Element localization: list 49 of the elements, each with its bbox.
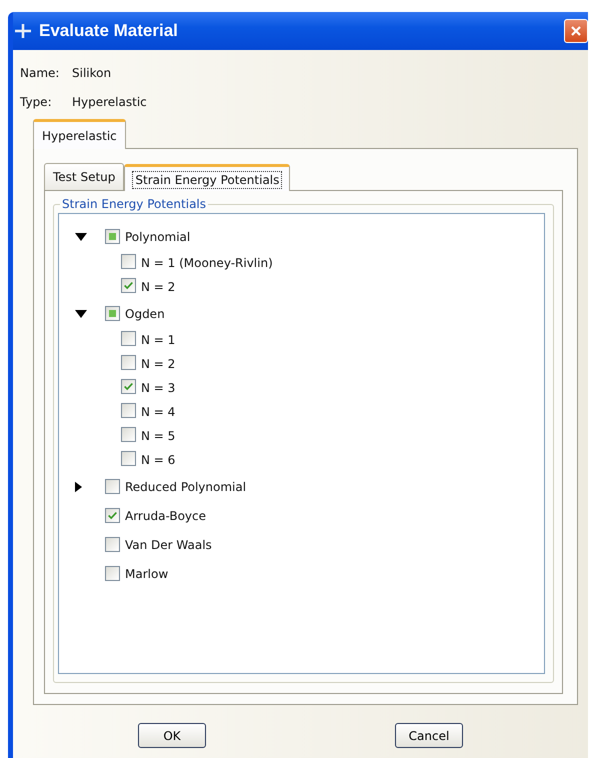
tree-list[interactable]: Polynomial N = 1 (Mooney-Rivlin) N = 2 Ogden N = 1 N = 2 N = 3 N = 4 N = 5 N = 6 Reduced Polynomial Arruda-Boyce Van Der Waals Marlow <box>58 213 545 674</box>
tree-item[interactable]: N = 5 <box>141 429 176 443</box>
tree-item[interactable]: N = 1 (Mooney-Rivlin) <box>141 256 273 270</box>
group-title: Strain Energy Potentials <box>61 197 208 211</box>
tree-item[interactable]: Polynomial <box>125 230 190 244</box>
check-icon <box>123 280 134 291</box>
tab[interactable]: Hyperelastic <box>33 119 126 149</box>
tree-item[interactable]: Ogden <box>125 306 165 320</box>
field-label: Name: <box>20 66 60 80</box>
checkbox[interactable] <box>105 566 120 581</box>
expanded-arrow-icon[interactable] <box>75 232 87 240</box>
tree-item[interactable]: Arruda-Boyce <box>125 508 206 522</box>
checkbox[interactable] <box>121 427 136 442</box>
checkbox[interactable] <box>121 254 136 269</box>
tab[interactable]: Test Setup <box>44 163 124 190</box>
expanded-arrow-icon[interactable] <box>75 310 87 318</box>
tree-item[interactable]: N = 3 <box>141 381 176 395</box>
checkbox[interactable] <box>121 278 136 293</box>
check-icon <box>123 381 134 392</box>
close-button[interactable] <box>564 19 588 43</box>
tree-item[interactable]: N = 6 <box>141 453 176 467</box>
plus-icon <box>15 23 31 39</box>
dialog-button[interactable]: OK <box>138 723 206 748</box>
checkbox[interactable] <box>105 508 120 523</box>
tree-item[interactable]: N = 1 <box>141 333 176 347</box>
tree-item[interactable]: N = 2 <box>141 357 176 371</box>
checkbox[interactable] <box>105 537 120 552</box>
checkbox[interactable] <box>105 229 120 244</box>
checkbox[interactable] <box>105 479 120 494</box>
close-icon <box>570 25 582 37</box>
dialog-button[interactable]: Cancel <box>395 723 463 748</box>
tree-item[interactable]: N = 4 <box>141 405 176 419</box>
field-value: Hyperelastic <box>72 94 147 108</box>
checkbox[interactable] <box>105 306 120 321</box>
tree-item[interactable]: Marlow <box>125 566 168 580</box>
window-title: Evaluate Material <box>39 21 179 41</box>
checkbox[interactable] <box>121 379 136 394</box>
check-icon <box>107 510 118 521</box>
tree-item[interactable]: Van Der Waals <box>125 538 212 552</box>
checkbox[interactable] <box>121 355 136 370</box>
checkbox[interactable] <box>121 403 136 418</box>
field-value: Silikon <box>72 66 112 80</box>
tree-item[interactable]: N = 2 <box>141 280 176 294</box>
checkbox[interactable] <box>121 451 136 466</box>
field-label: Type: <box>20 94 53 108</box>
checkbox[interactable] <box>121 331 136 346</box>
tree-item[interactable]: Reduced Polynomial <box>125 480 246 494</box>
collapsed-arrow-icon[interactable] <box>75 480 82 492</box>
tab[interactable]: Strain Energy Potentials <box>124 164 290 191</box>
